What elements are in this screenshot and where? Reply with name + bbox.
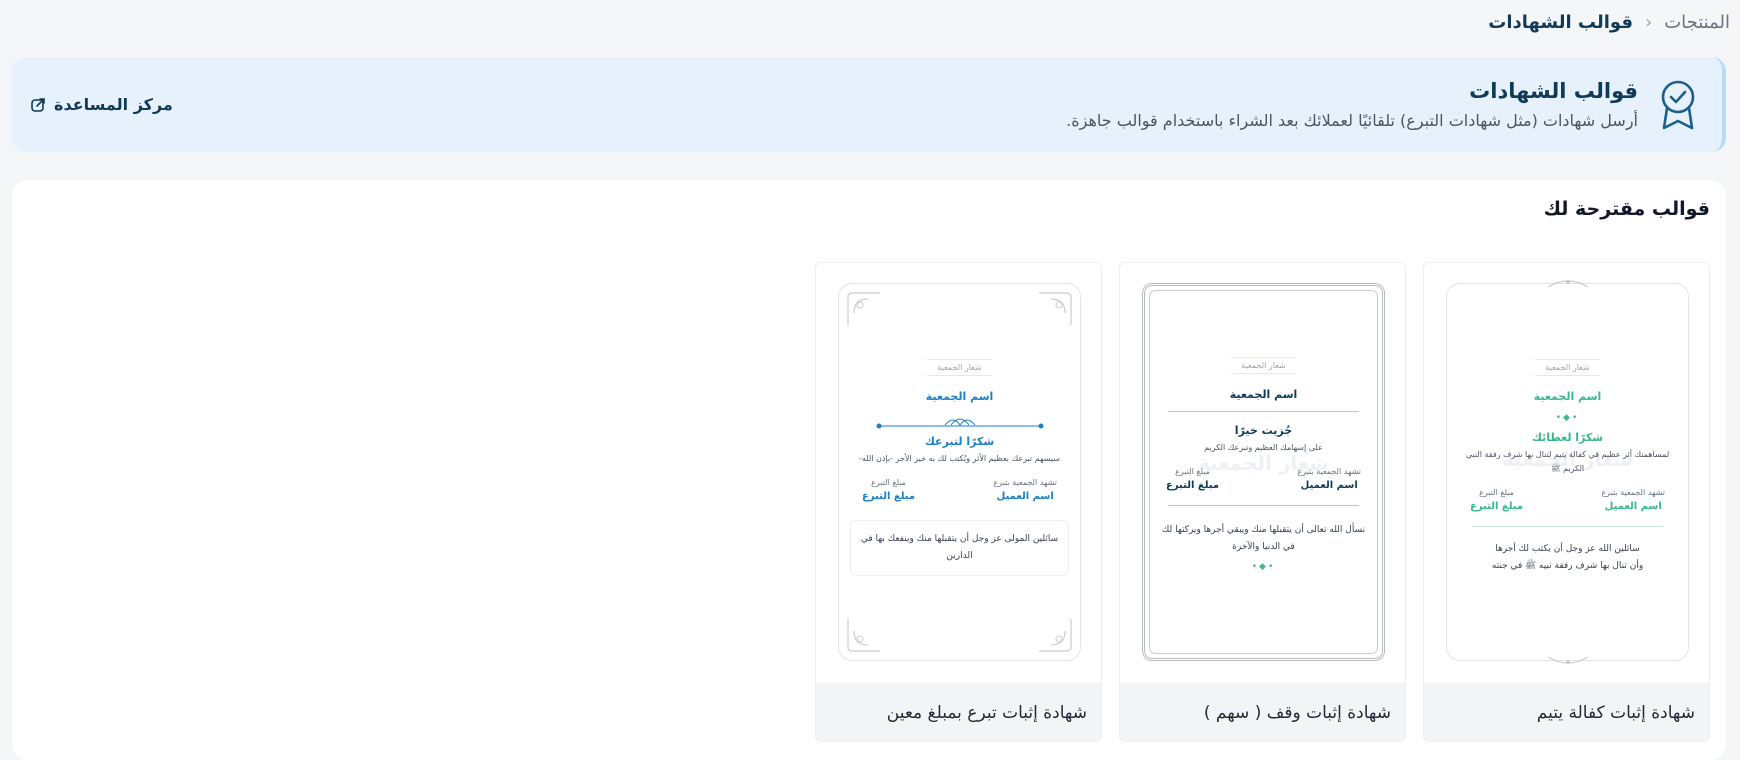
lotus-ornament-icon: [876, 418, 1043, 429]
logo-placeholder: شعار الجمعية: [1231, 357, 1296, 374]
section-title: قوالب مقترحة لك: [1543, 198, 1710, 220]
certificate-body: سيسهم تبرعك بعظيم الأثر ويُكتب لك به خير…: [859, 454, 1060, 463]
external-link-icon: [31, 97, 45, 112]
template-card-orphan[interactable]: شعار الجمعية شعار الجمعية اسم الجمعية •◆…: [1423, 262, 1710, 742]
award-icon: [1661, 80, 1695, 129]
thanks-text: شكرًا لعطائك: [1531, 431, 1604, 444]
certificate-preview: شعار الجمعية اسم الجمعية شكرًا لتبرعك سي…: [816, 263, 1101, 683]
breadcrumb-current: قوالب الشهادات: [1488, 12, 1633, 33]
template-card-donation[interactable]: شعار الجمعية اسم الجمعية شكرًا لتبرعك سي…: [815, 262, 1102, 742]
prayer-box: سائلين المولى عز وجل أن يتقبلها منك وينف…: [850, 520, 1069, 576]
template-card-waqf[interactable]: شعار الجمعية شعار الجمعية اسم الجمعية جُ…: [1119, 262, 1406, 742]
org-name: اسم الجمعية: [1229, 388, 1298, 401]
help-center-link[interactable]: مركز المساعدة: [30, 95, 173, 114]
field-donor: تشهد الجمعية بتبرع اسم العميل: [1601, 488, 1665, 512]
certificate-preview: شعار الجمعية شعار الجمعية اسم الجمعية جُ…: [1120, 263, 1405, 683]
certificate-body: على إسهامك العظيم وتبرعك الكريم: [1204, 443, 1323, 452]
prayer-line-1: سائلين الله عز وجل أن يكتب لك أجرها: [1495, 544, 1640, 554]
template-card-title: شهادة إثبات كفالة يتيم: [1424, 683, 1709, 741]
field-amount: مبلغ التبرع مبلغ التبرع: [862, 478, 916, 502]
thanks-text: جُزيت خيرًا: [1234, 424, 1293, 437]
field-donor: تشهد الجمعية بتبرع اسم العميل: [1297, 467, 1361, 491]
template-card-title: شهادة إثبات تبرع بمبلغ معين: [816, 683, 1101, 741]
chevron-left-icon: ‹: [1644, 12, 1653, 33]
certificate-preview: شعار الجمعية شعار الجمعية اسم الجمعية •◆…: [1424, 263, 1709, 683]
thanks-text: شكرًا لتبرعك: [924, 435, 995, 448]
field-donor: تشهد الجمعية بتبرع اسم العميل: [993, 478, 1057, 502]
logo-placeholder: شعار الجمعية: [1535, 359, 1600, 376]
divider: [1168, 505, 1359, 506]
divider: [1472, 526, 1663, 527]
prayer-text: نسأل الله تعالى أن يتقبلها منك ويبقي أجر…: [1161, 525, 1366, 552]
breadcrumb-products-link[interactable]: المنتجات: [1664, 12, 1730, 33]
template-card-title: شهادة إثبات وقف ( سهم ): [1120, 683, 1405, 741]
org-name: اسم الجمعية: [925, 390, 994, 403]
field-amount: مبلغ التبرع مبلغ التبرع: [1470, 488, 1524, 512]
help-center-label: مركز المساعدة: [54, 95, 173, 114]
banner-title: قوالب الشهادات: [1469, 79, 1638, 103]
prayer-line-2: وأن تنال بها شرف رفقة نبيه ﷺ في جنته: [1491, 561, 1644, 571]
info-banner: قوالب الشهادات أرسل شهادات (مثل شهادات ا…: [12, 57, 1726, 152]
field-amount: مبلغ التبرع مبلغ التبرع: [1166, 467, 1220, 491]
certificate-body: لمساهمتك أثر عظيم في كفالة يتيم لتنال به…: [1465, 450, 1670, 473]
divider-ornament-icon: •◆•: [1251, 562, 1276, 572]
templates-panel: قوالب مقترحة لك شعار الجمعية شعار الجمعي…: [12, 180, 1726, 760]
divider: [1168, 411, 1359, 412]
logo-placeholder: شعار الجمعية: [927, 359, 992, 376]
banner-description: أرسل شهادات (مثل شهادات التبرع) تلقائيًا…: [1066, 111, 1638, 130]
divider-ornament-icon: •◆•: [1555, 413, 1580, 423]
template-cards: شعار الجمعية شعار الجمعية اسم الجمعية •◆…: [815, 262, 1710, 742]
breadcrumb: المنتجات ‹ قوالب الشهادات: [1488, 12, 1730, 33]
org-name: اسم الجمعية: [1533, 390, 1602, 403]
